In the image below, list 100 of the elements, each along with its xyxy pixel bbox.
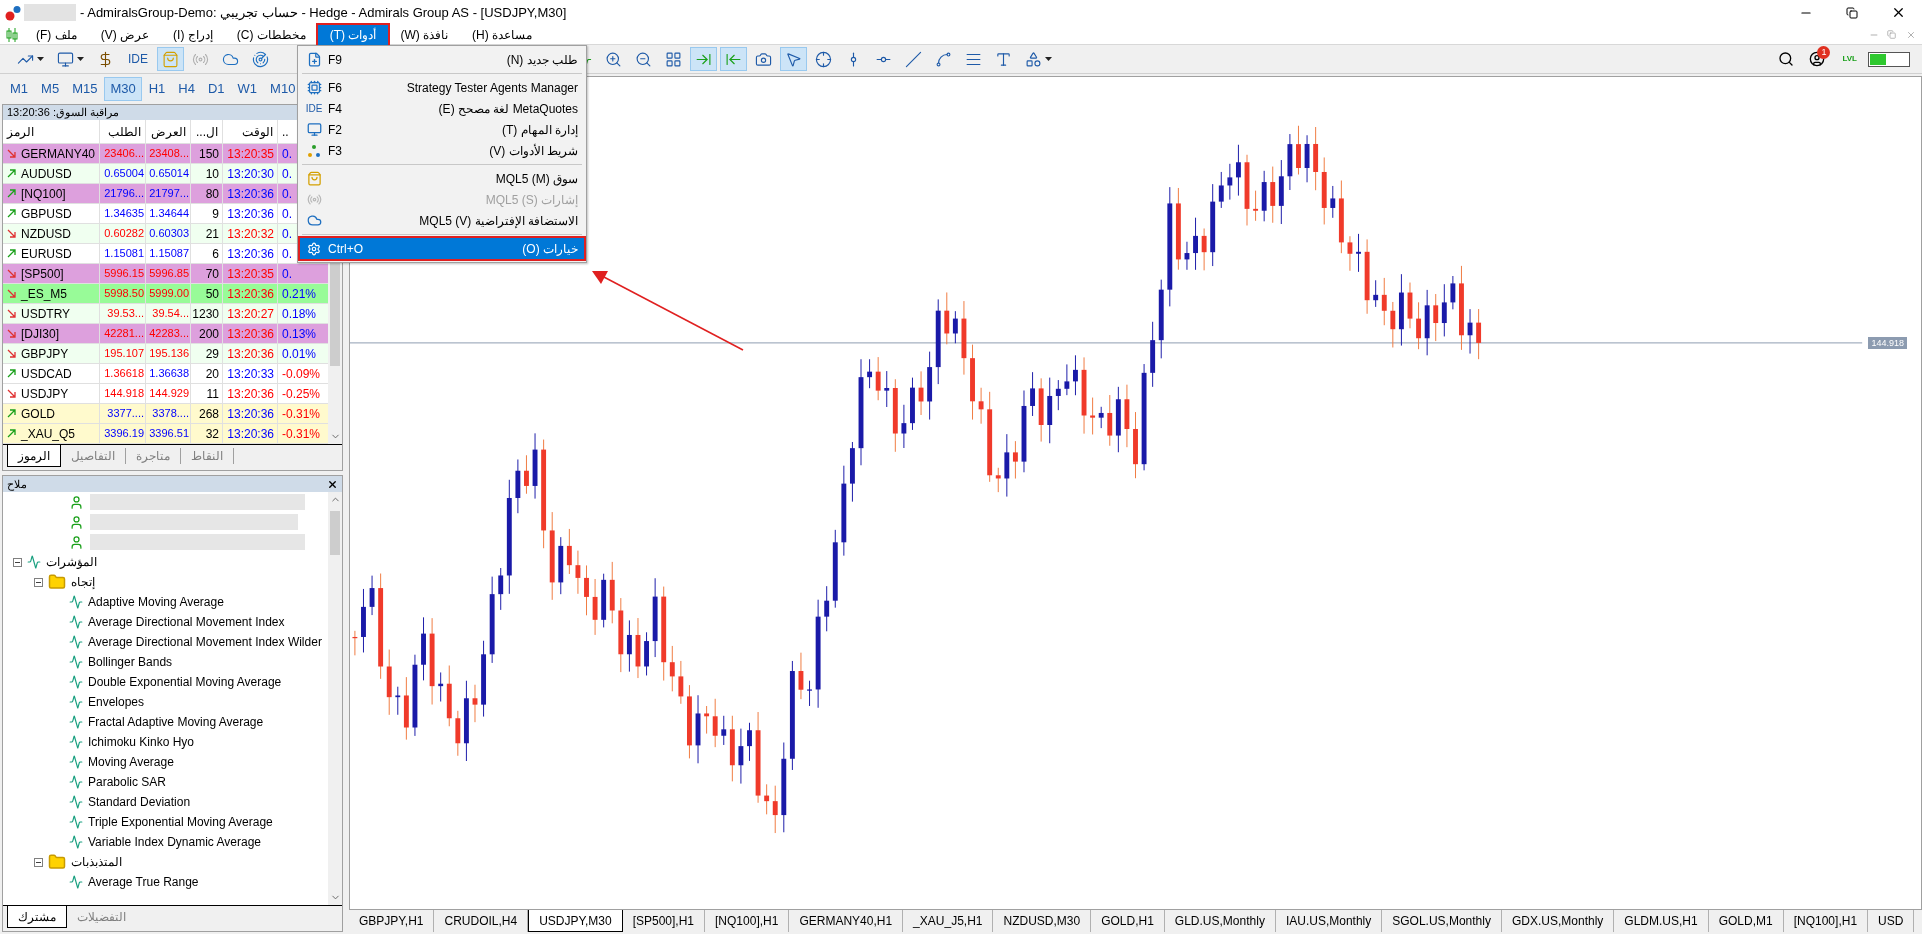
spread-cell: 10 <box>191 164 223 183</box>
ask-cell: 144.929 <box>146 384 191 403</box>
panel-tab[interactable]: متاجرة <box>126 448 181 464</box>
timeframe-button[interactable]: M30 <box>104 77 142 101</box>
change-cell-text: 0. <box>282 245 292 263</box>
tree-label: Variable Index Dynamic Average <box>88 834 261 851</box>
tree-item[interactable]: Parabolic SAR <box>3 772 328 792</box>
tree-label: Triple Exponential Moving Average <box>88 814 273 831</box>
ide-button[interactable]: IDE <box>122 47 154 71</box>
panel-tab[interactable]: الرموز <box>7 445 61 467</box>
menu-item[interactable]: F6 Strategy Tester Agents Manager <box>300 77 584 98</box>
tree-item[interactable]: Average Directional Movement Index <box>3 612 328 632</box>
bid-cell: 1.36618 <box>100 364 146 383</box>
symbol-name: NZDUSD <box>21 225 71 243</box>
symbol-name: GBPJPY <box>21 345 69 363</box>
window-title: - AdmiralsGroup-Demo: حساب تجريبي - Hedge - Admirals Group AS - [USDJPY,M30] <box>80 3 567 22</box>
menu-item[interactable]: عرض (V) <box>88 24 162 45</box>
level-label: LVL <box>1842 53 1857 65</box>
bid-cell: 5998.50 <box>100 284 146 303</box>
tree-item[interactable]: Triple Exponential Moving Average <box>3 812 328 832</box>
spread-cell: 29 <box>191 344 223 363</box>
column-header[interactable]: الوقت <box>223 120 278 143</box>
time-cell: 13:20:33 <box>223 364 278 383</box>
tree-item[interactable]: Double Exponential Moving Average <box>3 672 328 692</box>
column-header[interactable]: الطلب <box>100 120 146 143</box>
change-cell-text: 0. <box>282 205 292 223</box>
timeframe-button[interactable]: M10 <box>264 77 302 101</box>
panel-tab[interactable]: النقاط <box>181 448 234 464</box>
timeframe-button[interactable]: H1 <box>142 77 172 101</box>
tree-label: Average Directional Movement Index <box>88 614 285 631</box>
symbol-name: GERMANY40 <box>20 145 95 163</box>
symbol-row[interactable]: USDTRY 39.53... 39.54... 1230 13:20:27 0.18% <box>3 304 328 324</box>
symbol-row[interactable]: USDJPY 144.918 144.929 11 13:20:36 -0.25% <box>3 384 328 404</box>
spread-cell: 21 <box>191 224 223 243</box>
tree-item[interactable]: إتجاه <box>3 572 328 592</box>
change-cell-text: 0. <box>282 185 292 203</box>
column-header[interactable]: ال... <box>191 120 223 143</box>
time-cell: 13:20:36 <box>223 284 278 303</box>
tree-label: Double Exponential Moving Average <box>88 674 282 691</box>
ask-cell: 39.54... <box>146 304 191 323</box>
timeframe-button[interactable]: W1 <box>231 77 264 101</box>
timeframe-button[interactable]: H4 <box>172 77 201 101</box>
panel-tab[interactable]: التفضيلات <box>67 909 136 925</box>
tree-item[interactable]: Average True Range <box>3 872 328 892</box>
menu-item[interactable]: أدوات (T) <box>317 24 389 45</box>
timeframe-button[interactable]: M15 <box>66 77 104 101</box>
spread-cell: 11 <box>191 384 223 403</box>
symbol-row[interactable]: EURUSD 1.15081 1.15087 6 13:20:36 0. <box>3 244 328 264</box>
menu-item[interactable]: مساعدة (H) <box>460 24 545 45</box>
panel-tab[interactable]: مشترك <box>7 906 67 928</box>
bid-cell: 23406... <box>100 144 146 163</box>
time-cell: 13:20:30 <box>223 164 278 183</box>
symbol-row[interactable]: GBPJPY 195.107 195.136 29 13:20:36 0.01% <box>3 344 328 364</box>
tree-item[interactable]: المؤشرات <box>3 552 328 572</box>
tree-item[interactable]: Envelopes <box>3 692 328 712</box>
tree-item[interactable]: Moving Average <box>3 752 328 772</box>
tree-item[interactable]: Bollinger Bands <box>3 652 328 672</box>
change-cell-text: 0. <box>282 265 292 283</box>
menu-item[interactable]: ملف (F) <box>24 24 89 45</box>
change-cell-text: 0. <box>282 165 292 183</box>
tree-item[interactable]: Fractal Adaptive Moving Average <box>3 712 328 732</box>
ask-cell: 1.36638 <box>146 364 191 383</box>
tree-label: Standard Deviation <box>88 794 191 811</box>
column-header[interactable]: العرض <box>146 120 191 143</box>
symbol-row[interactable]: [SP500] 5996.15 5996.85 70 13:20:35 0. <box>3 264 328 284</box>
tree-label: Adaptive Moving Average <box>88 594 224 611</box>
timeframe-button[interactable]: D1 <box>201 77 231 101</box>
symbol-row[interactable]: _ES_M5 5998.50 5999.00 50 13:20:36 0.21% <box>3 284 328 304</box>
symbol-row[interactable]: [DJI30] 42281... 42283... 200 13:20:36 0.13% <box>3 324 328 344</box>
symbol-name: _ES_M5 <box>21 285 68 303</box>
ask-cell: 0.60303 <box>146 224 191 243</box>
tree-item[interactable]: المتذبذبات <box>3 852 328 872</box>
change-cell-text: 0.21% <box>282 285 317 303</box>
tree-label: إتجاه <box>71 574 95 591</box>
spread-cell: 9 <box>191 204 223 223</box>
menu-item[interactable]: إدراج (I) <box>161 24 225 45</box>
symbol-row[interactable]: USDCAD 1.36618 1.36638 20 13:20:33 -0.09% <box>3 364 328 384</box>
chart-tab[interactable]: USDJPY,M30 <box>528 910 623 932</box>
tree-item[interactable]: Average Directional Movement Index Wilder <box>3 632 328 652</box>
spread-cell: 200 <box>191 324 223 343</box>
time-cell: 13:20:36 <box>223 184 278 203</box>
time-cell: 13:20:35 <box>223 264 278 283</box>
tree-item[interactable]: Adaptive Moving Average <box>3 592 328 612</box>
symbol-row[interactable]: _XAU_Q5 3396.19 3396.51 32 13:20:36 -0.31% <box>3 424 328 444</box>
timeframe-button[interactable]: M1 <box>4 77 35 101</box>
ask-cell: 3378.... <box>146 404 191 423</box>
symbol-row[interactable]: GOLD 3377.... 3378.... 268 13:20:36 -0.31% <box>3 404 328 424</box>
menu-item[interactable]: نافذة (W) <box>388 24 461 45</box>
tree-item[interactable]: Standard Deviation <box>3 792 328 812</box>
timeframe-button[interactable]: M5 <box>35 77 66 101</box>
spread-cell: 32 <box>191 424 223 443</box>
ask-cell: 21797... <box>146 184 191 203</box>
menu-item[interactable]: مخططات (C) <box>224 24 318 45</box>
tree-item[interactable]: Variable Index Dynamic Average <box>3 832 328 852</box>
symbol-name: [DJI30] <box>21 325 59 343</box>
time-cell: 13:20:36 <box>223 384 278 403</box>
change-cell-text: -0.31% <box>282 425 321 443</box>
price-label: 144.918 <box>1868 337 1907 350</box>
column-header[interactable]: الرمز <box>3 120 100 143</box>
tree-item[interactable]: Ichimoku Kinko Hyo <box>3 732 328 752</box>
